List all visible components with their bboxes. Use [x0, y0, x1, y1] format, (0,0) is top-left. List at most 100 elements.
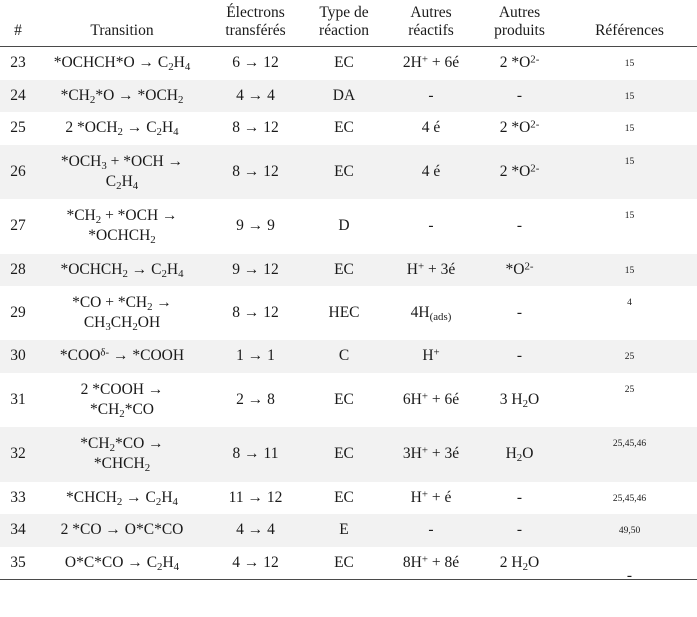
cell-reaction-type: EC: [303, 481, 385, 515]
cell-other-reactants: H+: [385, 340, 477, 374]
cell-references: 49,50: [562, 514, 697, 547]
cell-number: 35: [0, 546, 36, 581]
cell-other-products: -: [477, 514, 562, 547]
cell-reaction-type: EC: [303, 427, 385, 482]
cell-reaction-type: EC: [303, 46, 385, 80]
table-row: 34 2 *CO → O*C*CO 4 → 4 E - -49,50: [0, 514, 697, 547]
cell-other-products: *O2-: [477, 253, 562, 287]
header-line-2: réaction: [319, 22, 369, 40]
cell-transition: 2 *OCH2 → C2H4: [36, 112, 208, 146]
cell-other-reactants: -: [385, 199, 477, 254]
cell-transition: *OCHCH2 → C2H4: [36, 253, 208, 287]
cell-other-products: 2 *O2-: [477, 46, 562, 80]
cell-other-reactants: -: [385, 79, 477, 113]
cell-references: 15: [562, 46, 697, 80]
cell-references: 15: [562, 253, 697, 287]
cell-electrons-transferred: 4 → 12: [208, 546, 303, 581]
cell-other-products: 2 *O2-: [477, 112, 562, 146]
cell-other-products: 2 *O2-: [477, 145, 562, 200]
cell-number: 27: [0, 199, 36, 254]
cell-transition: *COOδ- → *COOH: [36, 340, 208, 374]
table-row: 23 *OCHCH*O → C2H4 6 → 12 EC 2H+ + 6é 2 *O2- 1…: [0, 46, 697, 80]
cell-references: 25,45,46: [562, 481, 697, 515]
cell-other-reactants: H+ + é: [385, 481, 477, 515]
cell-number: 23: [0, 46, 36, 80]
cell-number: 29: [0, 286, 36, 341]
cell-number: 33: [0, 481, 36, 515]
cell-transition: *OCH3 + *OCH → C2H4: [36, 145, 208, 200]
cell-reaction-type: EC: [303, 253, 385, 287]
header-line-1: Autres: [498, 4, 541, 21]
column-header-other-products: Autres produits: [477, 0, 562, 48]
cell-reaction-type: D: [303, 199, 385, 254]
cell-references: 15: [562, 79, 697, 113]
cell-electrons-transferred: 4 → 4: [208, 79, 303, 113]
column-header-number: #: [0, 0, 36, 48]
cell-electrons-transferred: 8 → 12: [208, 286, 303, 341]
cell-other-reactants: 6H+ + 6é: [385, 373, 477, 428]
table-row: 31 2 *COOH → *CH2*CO 2 → 8 EC 6H+ + 6é 3 H2O 25: [0, 373, 697, 428]
cell-reaction-type: HEC: [303, 286, 385, 341]
cell-number: 24: [0, 79, 36, 113]
cell-references: -: [562, 546, 697, 584]
column-header-reaction-type: Type de réaction: [303, 0, 385, 48]
cell-electrons-transferred: 8 → 12: [208, 145, 303, 200]
cell-references: 15: [562, 112, 697, 146]
cell-transition: *CH2 + *OCH → *OCHCH2: [36, 199, 208, 254]
cell-references: 25,45,46: [562, 427, 697, 482]
cell-number: 28: [0, 253, 36, 287]
cell-reaction-type: C: [303, 340, 385, 374]
cell-electrons-transferred: 4 → 4: [208, 514, 303, 547]
cell-electrons-transferred: 1 → 1: [208, 340, 303, 374]
column-header-other-reactants: Autres réactifs: [385, 0, 477, 48]
table-row: 33 *CHCH2 → C2H4 11 → 12 EC H+ + é -25,45,46: [0, 481, 697, 515]
cell-reaction-type: EC: [303, 112, 385, 146]
cell-number: 31: [0, 373, 36, 428]
table-row: 24 *CH2*O → *OCH2 4 → 4 DA - -15: [0, 79, 697, 113]
cell-other-reactants: 4 é: [385, 112, 477, 146]
cell-other-products: -: [477, 481, 562, 515]
column-header-electrons: Électrons transférés: [208, 0, 303, 48]
cell-other-reactants: H+ + 3é: [385, 253, 477, 287]
cell-electrons-transferred: 9 → 9: [208, 199, 303, 254]
cell-transition: *CH2*CO → *CHCH2: [36, 427, 208, 482]
header-line-1: Autres: [410, 4, 452, 21]
cell-reaction-type: EC: [303, 546, 385, 581]
cell-transition: *CHCH2 → C2H4: [36, 481, 208, 515]
cell-other-products: -: [477, 340, 562, 374]
cell-references: 15: [562, 145, 697, 200]
cell-electrons-transferred: 6 → 12: [208, 46, 303, 80]
cell-electrons-transferred: 8 → 11: [208, 427, 303, 482]
cell-other-products: -: [477, 286, 562, 341]
cell-other-products: H2O: [477, 427, 562, 482]
cell-other-reactants: 8H+ + 8é: [385, 546, 477, 581]
table-row: 32 *CH2*CO → *CHCH2 8 → 11 EC 3H+ + 3é H2O 25,4…: [0, 427, 697, 482]
cell-references: 4: [562, 286, 697, 341]
cell-number: 26: [0, 145, 36, 200]
cell-references: 25: [562, 373, 697, 428]
cell-electrons-transferred: 9 → 12: [208, 253, 303, 287]
cell-other-products: -: [477, 79, 562, 113]
cell-transition: *CO + *CH2 → CH3CH2OH: [36, 286, 208, 341]
cell-other-reactants: -: [385, 514, 477, 547]
reaction-transitions-table: # Transition Électrons transférés Type de…: [0, 0, 697, 584]
column-header-transition: Transition: [36, 0, 208, 48]
cell-transition: *CH2*O → *OCH2: [36, 79, 208, 113]
cell-transition: *OCHCH*O → C2H4: [36, 46, 208, 80]
header-line-1: Type de: [319, 4, 369, 21]
cell-other-products: 2 H2O: [477, 546, 562, 581]
cell-number: 32: [0, 427, 36, 482]
table-row: 27 *CH2 + *OCH → *OCHCH2 9 → 9 D - -15: [0, 199, 697, 254]
table-row: 25 2 *OCH2 → C2H4 8 → 12 EC 4 é2 *O2- 15: [0, 112, 697, 146]
cell-reaction-type: DA: [303, 79, 385, 113]
cell-reaction-type: E: [303, 514, 385, 547]
table-body: 23 *OCHCH*O → C2H4 6 → 12 EC 2H+ + 6é 2 *O2- 1…: [0, 46, 697, 584]
cell-number: 34: [0, 514, 36, 547]
cell-electrons-transferred: 11 → 12: [208, 481, 303, 515]
table-row: 28 *OCHCH2 → C2H4 9 → 12 EC H+ + 3é *O2- 15: [0, 253, 697, 287]
cell-transition: O*C*CO → C2H4: [36, 546, 208, 581]
header-line-2: réactifs: [408, 22, 454, 40]
cell-references: 15: [562, 199, 697, 254]
table-row: 30 *COOδ- → *COOH 1 → 1 C H+ -25: [0, 340, 697, 374]
table-row: 35 O*C*CO → C2H4 4 → 12 EC 8H+ + 8é 2 H2O -: [0, 546, 697, 584]
